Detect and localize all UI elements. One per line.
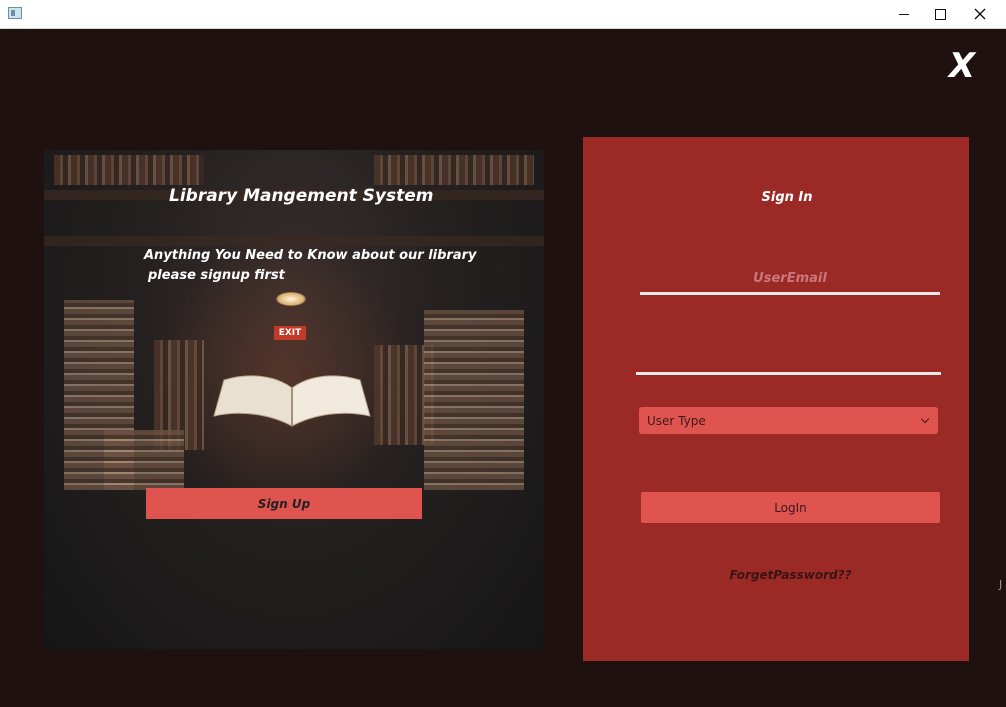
window-titlebar (0, 0, 1006, 29)
ceiling-light (276, 292, 306, 306)
maximize-icon (934, 8, 946, 20)
sign-in-panel: Sign In User Type LogIn ForgetPassword?? (583, 137, 969, 661)
minimize-button[interactable] (884, 0, 924, 28)
edge-text: J (999, 578, 1003, 591)
password-field[interactable] (636, 342, 941, 375)
chevron-down-icon (920, 414, 930, 424)
minimize-icon (899, 13, 909, 15)
exit-app-button[interactable]: X (946, 46, 978, 86)
subtitle-line-1: Anything You Need to Know about our libr… (144, 248, 477, 263)
app-icon (8, 7, 22, 19)
close-button[interactable] (960, 0, 1000, 28)
exit-sign: EXIT (274, 326, 306, 340)
book-stack-decoration (104, 430, 184, 490)
login-button[interactable]: LogIn (641, 492, 940, 523)
close-icon (974, 8, 986, 20)
open-book-icon (213, 375, 371, 427)
books-decoration (54, 155, 204, 185)
user-type-select[interactable]: User Type (639, 407, 938, 434)
subtitle-line-2: please signup first (148, 268, 285, 283)
user-email-field[interactable] (640, 265, 940, 295)
forget-password-link[interactable]: ForgetPassword?? (583, 568, 998, 582)
books-decoration (374, 155, 534, 185)
sign-in-title: Sign In (761, 190, 813, 205)
signup-button[interactable]: Sign Up (146, 488, 422, 519)
library-image-panel: EXIT Library Mangement System Anything Y… (44, 150, 544, 649)
user-type-label: User Type (647, 413, 706, 428)
maximize-button[interactable] (920, 0, 960, 28)
shelf (44, 236, 544, 246)
book-stack-decoration (424, 310, 524, 490)
app-title: Library Mangement System (169, 186, 434, 206)
